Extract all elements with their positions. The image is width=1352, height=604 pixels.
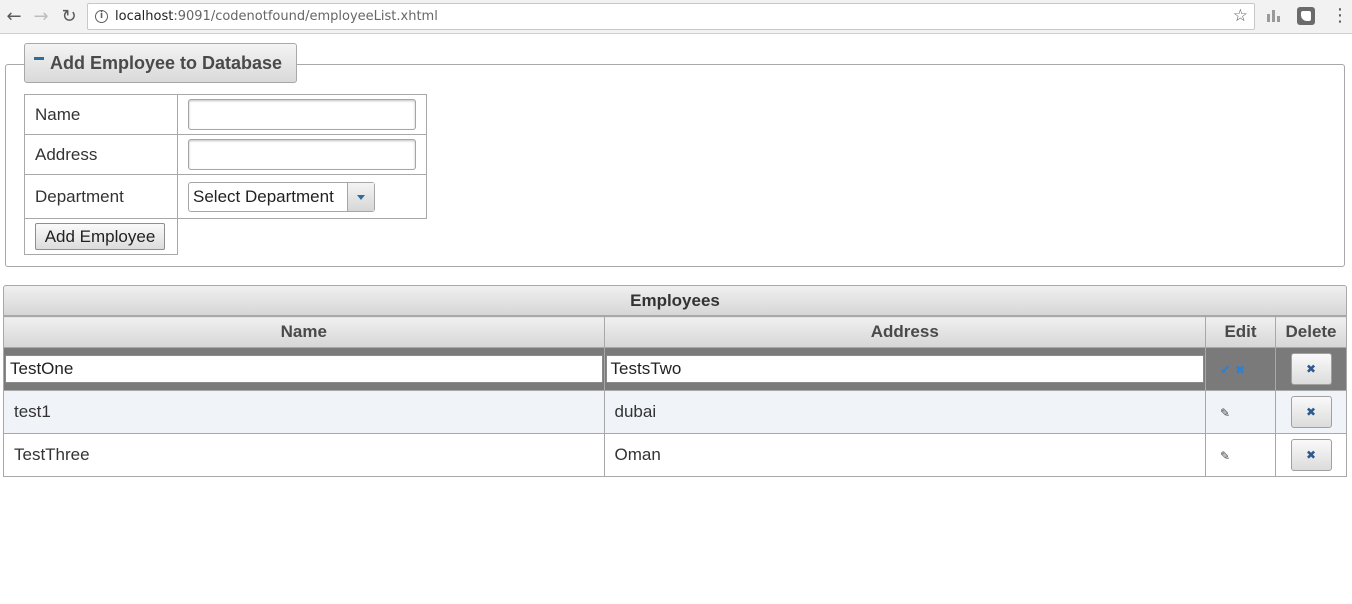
legend-title: Add Employee to Database bbox=[50, 53, 283, 73]
delete-button[interactable]: ✖ bbox=[1290, 396, 1332, 428]
employees-table: Employees Name Address Edit Delete TestO… bbox=[3, 285, 1347, 477]
column-header-delete: Delete bbox=[1275, 316, 1347, 348]
url-text[interactable]: localhost:9091/codenotfound/employeeList… bbox=[115, 9, 438, 24]
browser-toolbar: ← → ↻ i localhost:9091/codenotfound/empl… bbox=[0, 0, 1352, 34]
name-input[interactable] bbox=[188, 99, 416, 130]
address-label: Address bbox=[24, 134, 178, 175]
row-address: Oman bbox=[603, 433, 1207, 477]
menu-dots-icon[interactable]: ⋮ bbox=[1331, 6, 1349, 26]
department-label: Department bbox=[24, 174, 178, 219]
back-arrow-icon[interactable]: ← bbox=[3, 6, 25, 28]
url-host: localhost bbox=[115, 9, 174, 24]
close-icon: ✖ bbox=[1305, 362, 1317, 376]
department-select[interactable]: Select Department bbox=[188, 181, 375, 212]
extension-icon[interactable] bbox=[1297, 7, 1315, 25]
pencil-icon[interactable]: ✎ bbox=[1220, 449, 1230, 463]
add-employee-legend-toggle[interactable]: Add Employee to Database bbox=[24, 43, 297, 83]
row-name: test1 bbox=[3, 390, 605, 434]
row-address: dubai bbox=[603, 390, 1207, 434]
name-label: Name bbox=[24, 94, 178, 135]
table-row-editing: TestOne TestsTwo ✔ ✖ ✖ bbox=[3, 347, 1347, 391]
department-selected-value: Select Department bbox=[193, 186, 334, 206]
delete-button[interactable]: ✖ bbox=[1290, 439, 1332, 471]
chevron-down-icon[interactable] bbox=[347, 182, 374, 211]
extension-chart-icon[interactable] bbox=[1265, 7, 1283, 25]
table-row: test1 dubai ✎ ✖ bbox=[3, 390, 1347, 434]
row-name-input[interactable]: TestOne bbox=[5, 355, 603, 383]
address-input[interactable] bbox=[188, 139, 416, 170]
check-icon[interactable]: ✔ bbox=[1220, 363, 1231, 378]
star-icon[interactable]: ☆ bbox=[1233, 6, 1248, 26]
collapse-icon[interactable] bbox=[34, 56, 44, 60]
employees-caption: Employees bbox=[3, 285, 1347, 316]
add-employee-form: Name Address Department Select Departmen… bbox=[24, 94, 427, 255]
row-name: TestThree bbox=[3, 433, 605, 477]
add-employee-button[interactable]: Add Employee bbox=[35, 223, 165, 250]
table-row: TestThree Oman ✎ ✖ bbox=[3, 433, 1347, 477]
reload-icon[interactable]: ↻ bbox=[58, 6, 80, 28]
close-icon: ✖ bbox=[1305, 405, 1317, 419]
forward-arrow-icon[interactable]: → bbox=[30, 6, 52, 28]
close-icon[interactable]: ✖ bbox=[1235, 363, 1245, 377]
pencil-icon[interactable]: ✎ bbox=[1220, 406, 1230, 420]
delete-button[interactable]: ✖ bbox=[1290, 353, 1332, 385]
column-header-name: Name bbox=[3, 316, 605, 348]
close-icon: ✖ bbox=[1305, 448, 1317, 462]
column-header-address: Address bbox=[603, 316, 1207, 348]
address-bar[interactable]: i localhost:9091/codenotfound/employeeLi… bbox=[87, 3, 1255, 30]
column-header-edit: Edit bbox=[1205, 316, 1276, 348]
row-address-input[interactable]: TestsTwo bbox=[605, 355, 1205, 383]
url-path: :9091/codenotfound/employeeList.xhtml bbox=[173, 9, 438, 24]
info-icon[interactable]: i bbox=[95, 10, 108, 23]
